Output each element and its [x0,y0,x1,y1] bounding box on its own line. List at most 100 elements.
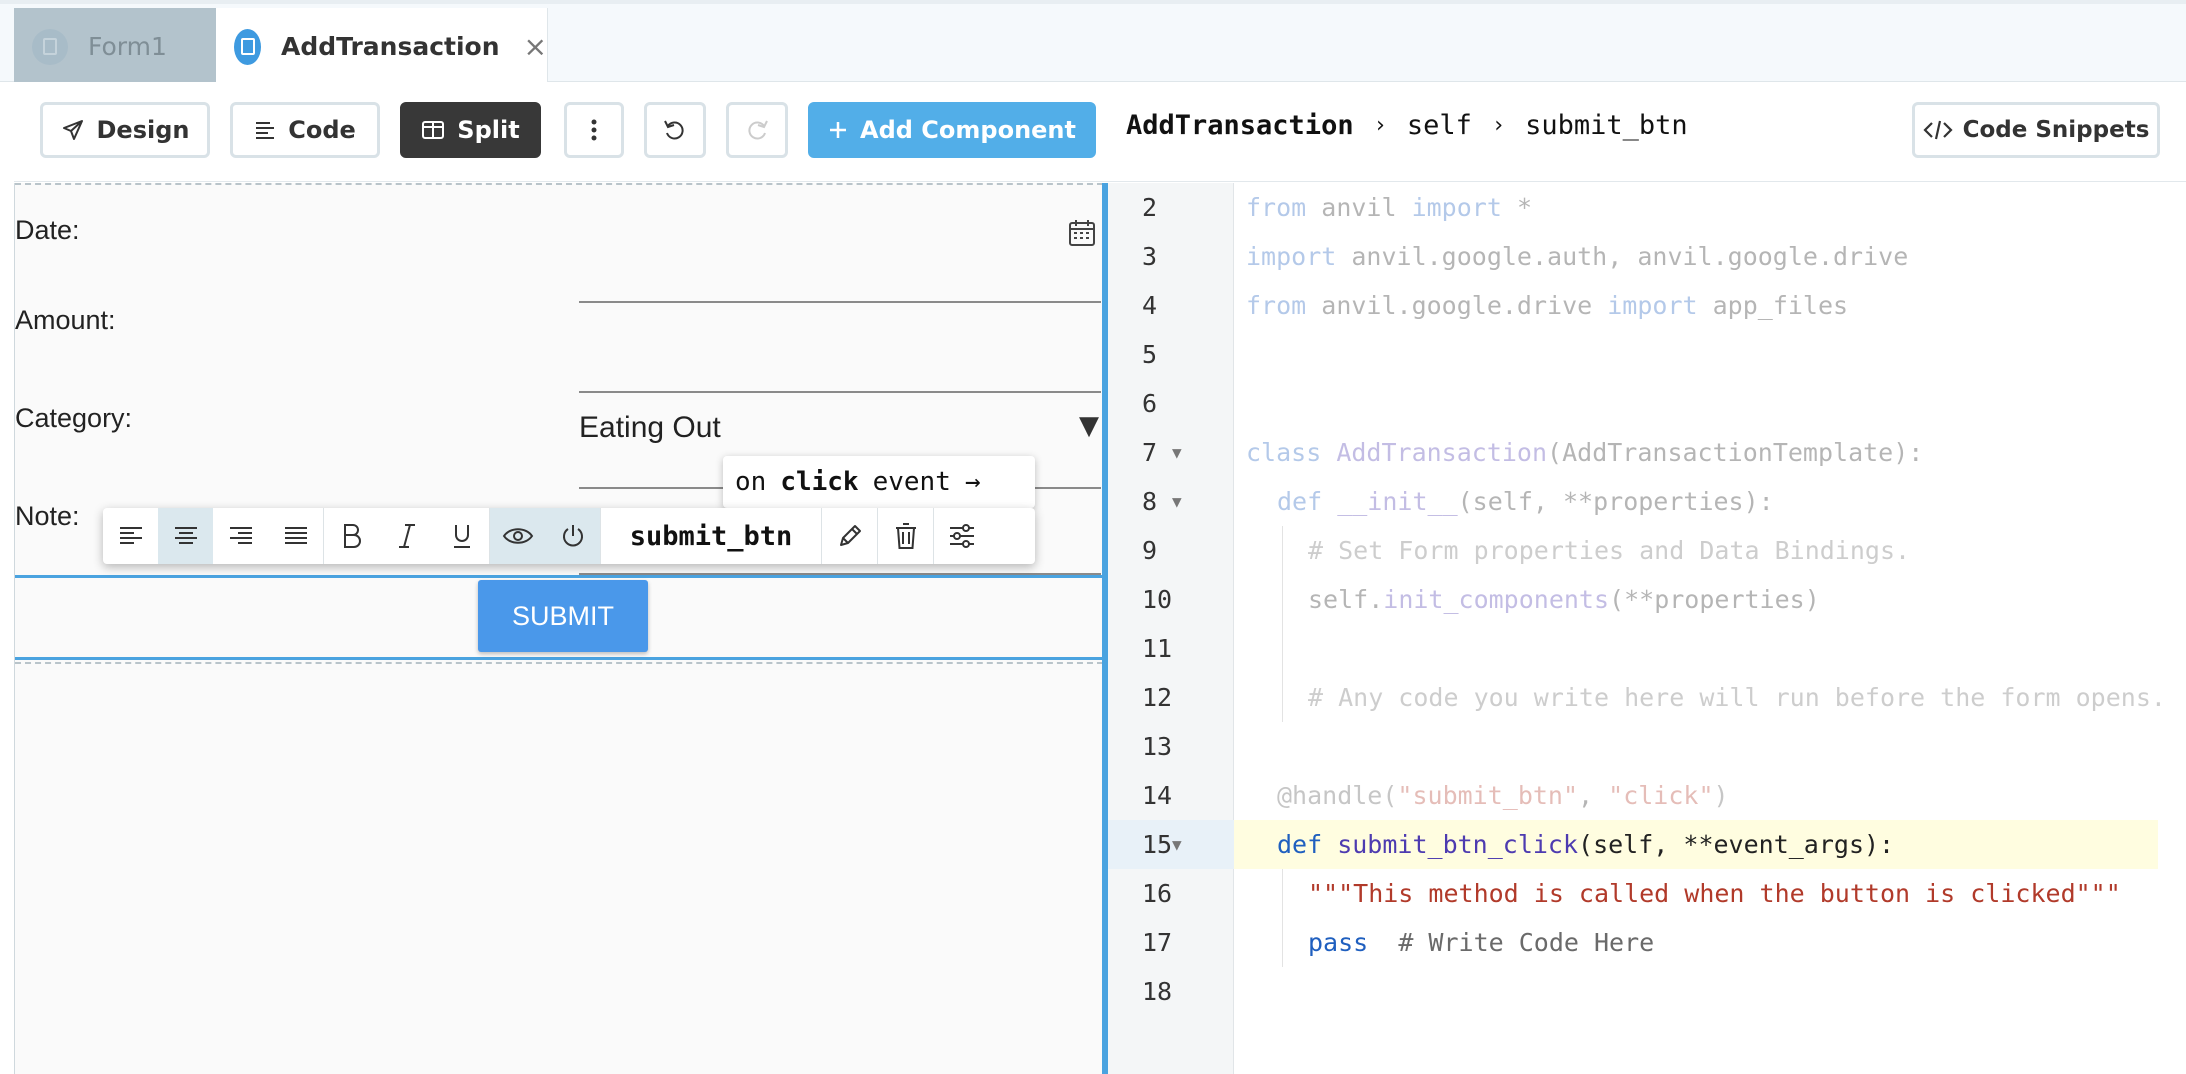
more-options-button[interactable] [564,102,624,158]
line-number: 16 [1142,879,1173,908]
line-number: 14 [1142,781,1173,810]
undo-icon [664,120,684,140]
code-snippets-button[interactable]: Code Snippets [1912,102,2160,158]
code-line: 13 [1108,722,2186,771]
app-window: Form1 AddTransaction × Design Code Split [0,0,2186,1074]
category-label: Category: [15,403,133,433]
line-number: 13 [1142,732,1173,761]
bold-icon [343,524,361,548]
calendar-icon[interactable] [1068,219,1096,247]
line-number: 12 [1142,683,1173,712]
category-dropdown-value[interactable]: Eating Out [579,411,721,445]
delete-button[interactable] [878,508,933,564]
line-number: 4 [1142,291,1158,320]
close-icon[interactable]: × [524,30,547,63]
form-file-icon [234,28,262,65]
code-token: AddTransaction [1321,438,1548,467]
pencil-icon [839,525,861,546]
event-suffix: event [872,467,951,497]
code-token: import [1246,242,1337,271]
split-button[interactable]: Split [400,102,541,158]
tab-bar: Form1 AddTransaction × [0,0,2186,85]
code-line: 10 self.init_components(**properties) [1108,575,2186,624]
tab-label: Form1 [88,32,167,61]
design-button[interactable]: Design [40,102,210,158]
indent-guide [1282,526,1283,722]
breadcrumb-form[interactable]: AddTransaction [1126,110,1354,141]
editor-right-margin [2166,183,2186,1074]
italic-button[interactable] [379,508,434,564]
align-left-button[interactable] [103,508,158,564]
code-token: "submit_btn" [1397,781,1579,810]
edit-button[interactable] [822,508,877,564]
code-snippets-label: Code Snippets [1962,117,2150,143]
form-file-icon [32,28,68,65]
event-prefix: on [735,467,767,497]
line-number: 17 [1142,928,1173,957]
component-toolbar: submit_btn [103,508,1035,564]
code-button[interactable]: Code [230,102,380,158]
date-picker[interactable] [579,301,1101,303]
align-right-button[interactable] [213,508,268,564]
align-justify-button[interactable] [268,508,323,564]
breadcrumb-self[interactable]: self [1407,110,1472,141]
amount-input[interactable] [579,391,1101,393]
sliders-icon [949,524,974,548]
note-label: Note: [15,501,80,531]
line-number: 18 [1142,977,1173,1006]
code-token: pass [1308,928,1369,957]
fold-arrow-icon[interactable]: ▼ [1172,477,1182,526]
underline-icon [453,525,470,548]
code-token: anvil.google.drive [1306,291,1608,320]
click-event-link[interactable]: on click event → [723,456,1035,508]
line-number: 7 [1142,438,1158,467]
tab-label: AddTransaction [281,32,500,61]
enabled-toggle-button[interactable] [545,508,600,564]
date-label: Date: [15,215,80,245]
code-token: submit_btn_click [1322,830,1579,859]
line-number: 5 [1142,340,1158,369]
code-token: from [1246,291,1307,320]
visible-toggle-button[interactable] [490,508,545,564]
redo-button[interactable] [726,102,788,158]
code-line: 3 import anvil.google.auth, anvil.google… [1108,232,2186,281]
design-canvas: Date: Amount: Category: Eating Out ▼ Not… [14,183,1103,1074]
add-component-button[interactable]: Add Component [808,102,1096,158]
code-line: 7 ▼ class AddTransaction(AddTransactionT… [1108,428,2186,477]
container-border [15,183,1103,185]
align-center-icon [174,527,197,544]
line-number: 3 [1142,242,1158,271]
submit-button[interactable]: SUBMIT [478,580,648,652]
breadcrumb-component[interactable]: submit_btn [1525,110,1688,141]
split-view-icon [422,121,445,139]
line-number: 9 [1142,536,1158,565]
code-brackets-icon [1923,120,1953,140]
code-line: 16 """This method is called when the but… [1108,869,2186,918]
align-center-button[interactable] [158,508,213,564]
code-token: (self, **properties): [1457,487,1774,516]
dropdown-arrow-icon[interactable]: ▼ [1079,411,1099,441]
trash-icon [895,523,916,549]
redo-icon [748,120,768,140]
indent-guide [1282,869,1283,967]
code-line: 9 # Set Form properties and Data Binding… [1108,526,2186,575]
code-token: import [1411,193,1502,222]
code-label: Code [288,116,356,144]
fold-arrow-icon[interactable]: ▼ [1172,820,1182,869]
tab-addtransaction[interactable]: AddTransaction × [216,8,548,85]
underline-button[interactable] [434,508,489,564]
component-name[interactable]: submit_btn [601,508,821,564]
code-line: 17 pass # Write Code Here [1108,918,2186,967]
tab-form1[interactable]: Form1 [14,8,216,85]
properties-button[interactable] [934,508,989,564]
code-editor[interactable]: 2 from anvil import * 3 import anvil.goo… [1108,183,2186,1074]
code-line-active: 15 ▼ def submit_btn_click(self, **event_… [1108,820,2158,869]
code-token: # Any code you write here will run befor… [1308,683,2166,712]
line-number: 6 [1142,389,1158,418]
code-line: 2 from anvil import * [1108,183,2186,232]
undo-button[interactable] [644,102,706,158]
fold-arrow-icon[interactable]: ▼ [1172,428,1182,477]
code-token: # Set Form properties and Data Bindings. [1308,536,1911,565]
plus-icon [830,122,846,138]
bold-button[interactable] [324,508,379,564]
